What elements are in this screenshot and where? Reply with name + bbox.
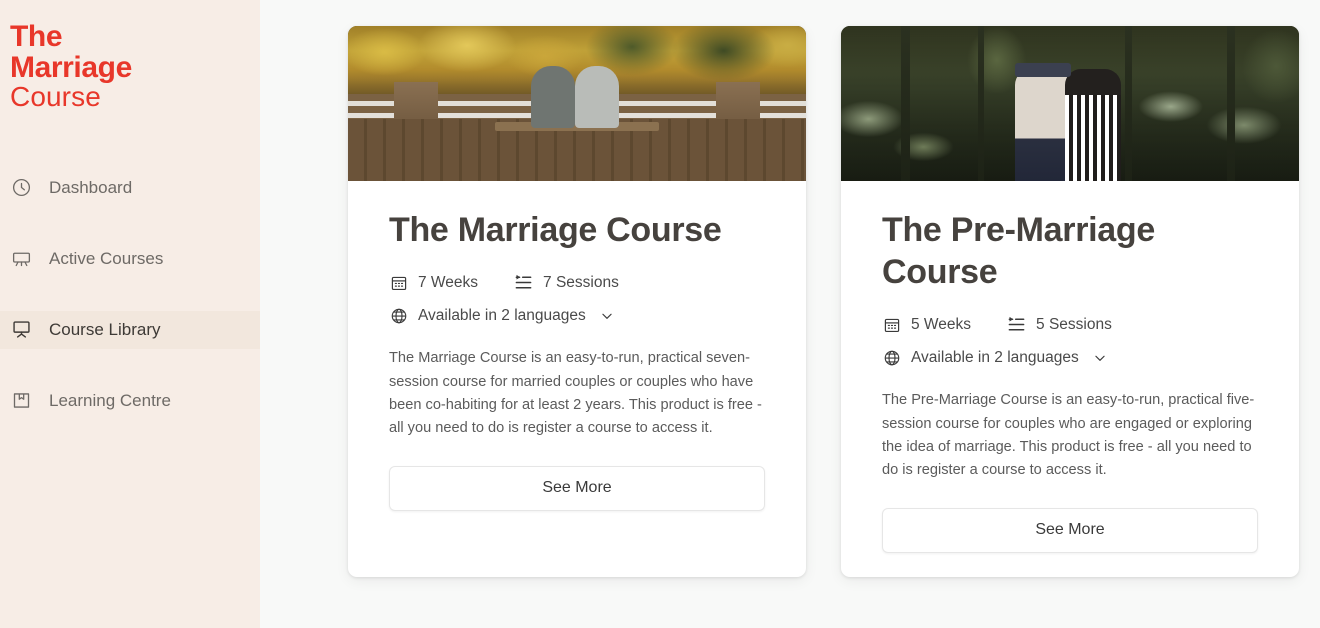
course-description: The Pre-Marriage Course is an easy-to-ru…	[882, 392, 1255, 479]
globe-icon	[389, 306, 408, 325]
clock-icon	[10, 177, 32, 199]
course-sessions: 7 Sessions	[514, 273, 619, 292]
playlist-icon	[1007, 315, 1026, 334]
course-description: The Marriage Course is an easy-to-run, p…	[389, 350, 762, 437]
globe-icon	[882, 348, 901, 367]
see-more-button[interactable]: See More	[882, 507, 1258, 553]
sidebar-item-active-courses[interactable]: Active Courses	[0, 240, 260, 278]
presentation-icon	[10, 248, 32, 270]
course-card[interactable]: The Pre-Marriage Course 5 Weeks 5 Sessio…	[841, 26, 1299, 577]
logo-line-the: The	[10, 20, 63, 53]
logo-line-marriage: Marriage	[10, 50, 132, 84]
course-sessions-label: 5 Sessions	[1036, 315, 1112, 333]
sidebar-item-label: Course Library	[49, 319, 161, 339]
course-title: The Pre-Marriage Course	[882, 211, 1155, 292]
sidebar-item-label: Dashboard	[49, 177, 133, 197]
playlist-icon	[514, 273, 533, 292]
course-languages-label: Available in 2 languages	[911, 348, 1079, 366]
sidebar-item-label: Learning Centre	[49, 390, 171, 410]
chevron-down-icon	[600, 309, 614, 323]
calendar-icon	[389, 273, 408, 292]
course-card-image	[841, 26, 1299, 181]
sidebar-item-label: Active Courses	[49, 248, 164, 268]
chevron-down-icon	[1093, 351, 1107, 365]
sidebar-nav: Dashboard Active Courses Course Library …	[0, 169, 260, 453]
forest-couple-photo	[841, 26, 1299, 181]
course-languages-dropdown[interactable]: Available in 2 languages	[389, 306, 765, 325]
app-root: The Marriage Course Dashboard Active Cou…	[0, 0, 1320, 628]
course-meta-row: 5 Weeks 5 Sessions	[882, 315, 1258, 334]
course-meta-row: 7 Weeks 7 Sessions	[389, 273, 765, 292]
lakeside-couple-photo	[348, 26, 806, 181]
course-card-body: The Pre-Marriage Course 5 Weeks 5 Sessio…	[841, 181, 1299, 577]
book-icon	[10, 390, 32, 412]
calendar-icon	[882, 315, 901, 334]
course-duration-label: 5 Weeks	[911, 315, 972, 333]
sidebar-item-learning-centre[interactable]: Learning Centre	[0, 382, 260, 420]
see-more-button[interactable]: See More	[389, 465, 765, 511]
course-duration: 7 Weeks	[389, 273, 478, 292]
course-duration-label: 7 Weeks	[418, 273, 479, 291]
app-logo[interactable]: The Marriage Course	[0, 20, 260, 113]
sidebar-item-dashboard[interactable]: Dashboard	[0, 169, 260, 207]
sidebar: The Marriage Course Dashboard Active Cou…	[0, 0, 260, 628]
course-languages-label: Available in 2 languages	[418, 306, 586, 324]
course-sessions: 5 Sessions	[1007, 315, 1112, 334]
course-title: The Marriage Course	[389, 211, 722, 249]
course-sessions-label: 7 Sessions	[543, 273, 619, 291]
course-card[interactable]: The Marriage Course 7 Weeks 7 Sessions A…	[348, 26, 806, 577]
sidebar-item-course-library[interactable]: Course Library	[0, 310, 260, 349]
projector-icon	[10, 319, 32, 341]
course-card-grid: The Marriage Course 7 Weeks 7 Sessions A…	[260, 0, 1320, 577]
course-duration: 5 Weeks	[882, 315, 971, 334]
logo-line-course: Course	[10, 81, 101, 113]
course-card-image	[348, 26, 806, 181]
course-card-body: The Marriage Course 7 Weeks 7 Sessions A…	[348, 181, 806, 577]
main-content: The Marriage Course 7 Weeks 7 Sessions A…	[260, 0, 1320, 628]
course-languages-dropdown[interactable]: Available in 2 languages	[882, 348, 1258, 367]
